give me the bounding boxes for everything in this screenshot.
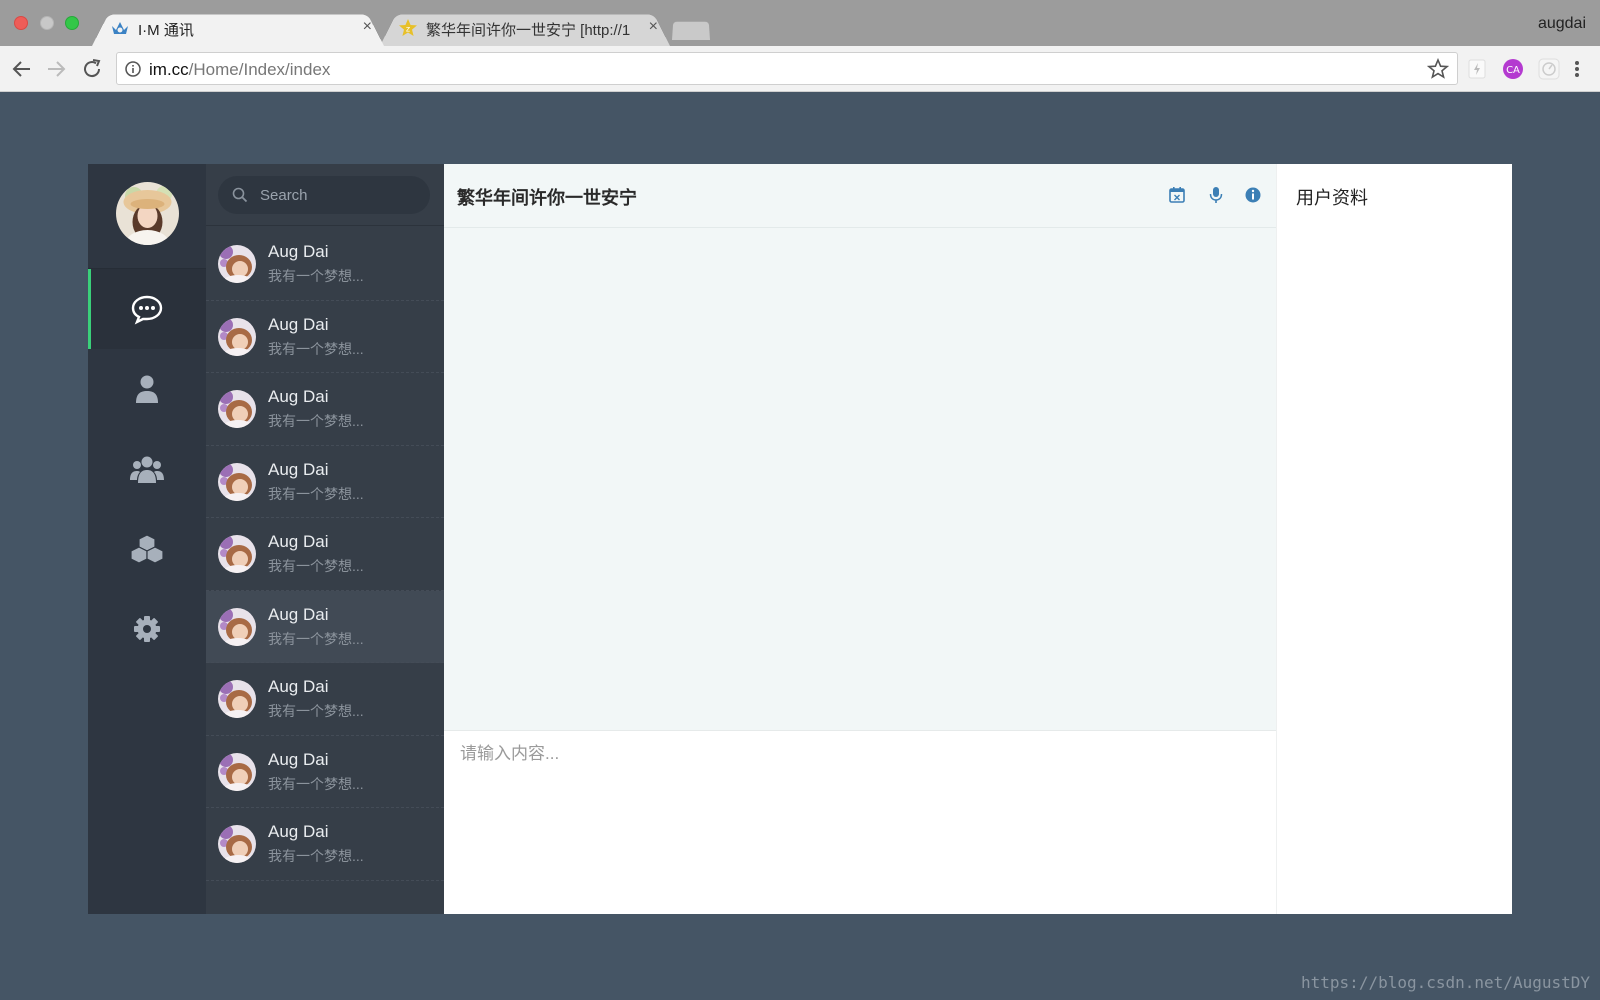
site-info-icon[interactable] bbox=[125, 61, 141, 77]
extension-ca-icon[interactable]: CA bbox=[1502, 58, 1524, 80]
new-tab-button[interactable] bbox=[672, 20, 710, 40]
address-bar[interactable]: im.cc/Home/Index/index bbox=[116, 52, 1458, 85]
my-avatar[interactable] bbox=[116, 182, 179, 245]
message-preview: 我有一个梦想... bbox=[268, 630, 364, 647]
conversation-list: Aug Dai 我有一个梦想... Aug Dai 我有一个梦想... Aug … bbox=[206, 228, 444, 881]
bookmark-star-icon[interactable] bbox=[1427, 58, 1449, 80]
contact-name: Aug Dai bbox=[268, 242, 329, 261]
contact-name: Aug Dai bbox=[268, 532, 329, 551]
microphone-icon[interactable] bbox=[1207, 186, 1225, 204]
conversation-item[interactable]: Aug Dai 我有一个梦想... bbox=[206, 373, 444, 446]
message-area[interactable] bbox=[444, 228, 1276, 730]
window-minimize-button[interactable] bbox=[40, 16, 54, 30]
calendar-icon[interactable] bbox=[1168, 186, 1186, 204]
chat-bubble-icon bbox=[131, 295, 163, 325]
contact-avatar bbox=[218, 245, 256, 283]
message-preview: 我有一个梦想... bbox=[268, 848, 364, 864]
browser-toolbar: im.cc/Home/Index/index CA bbox=[0, 46, 1600, 92]
contact-avatar bbox=[218, 390, 256, 428]
conversation-list-panel: Aug Dai 我有一个梦想... Aug Dai 我有一个梦想... bbox=[206, 164, 444, 914]
browser-profile-name[interactable]: augdai bbox=[1538, 15, 1586, 33]
forward-arrow-icon[interactable] bbox=[44, 57, 68, 81]
message-preview: 我有一个梦想... bbox=[268, 485, 364, 502]
conversation-item[interactable]: Aug Dai 我有一个梦想... bbox=[206, 446, 444, 518]
contact-avatar bbox=[218, 317, 256, 356]
list-divider bbox=[206, 225, 444, 226]
browser-tab-bar: I·M 通讯 × z 繁华年间许你一世安宁 [http://1 × augdai bbox=[0, 0, 1600, 46]
contact-name: Aug Dai bbox=[268, 604, 329, 624]
profile-title: 用户资料 bbox=[1296, 188, 1368, 208]
contact-avatar bbox=[218, 752, 256, 791]
tab-title: I·M 通讯 bbox=[138, 22, 194, 39]
extension-gauge-icon[interactable] bbox=[1538, 58, 1560, 80]
conversation-item[interactable]: Aug Dai 我有一个梦想... bbox=[206, 301, 444, 373]
info-icon[interactable] bbox=[1244, 186, 1262, 204]
svg-text:z: z bbox=[406, 25, 410, 34]
svg-text:CA: CA bbox=[1506, 65, 1520, 76]
contact-name: Aug Dai bbox=[268, 314, 329, 334]
browser-tab-blog[interactable]: z 繁华年间许你一世安宁 [http://1 × bbox=[380, 10, 670, 46]
back-arrow-icon[interactable] bbox=[10, 57, 34, 81]
browser-tab-im[interactable]: I·M 通讯 × bbox=[92, 10, 384, 46]
address-url[interactable]: im.cc/Home/Index/index bbox=[149, 60, 330, 80]
group-icon bbox=[130, 456, 164, 483]
chat-panel: 繁华年间许你一世安宁 bbox=[444, 164, 1276, 914]
conversation-item[interactable]: Aug Dai 我有一个梦想... bbox=[206, 590, 444, 663]
window-zoom-button[interactable] bbox=[65, 16, 79, 30]
tab-title: 繁华年间许你一世安宁 [http://1 bbox=[426, 22, 631, 39]
contact-avatar bbox=[218, 607, 256, 646]
conversation-item[interactable]: Aug Dai 我有一个梦想... bbox=[206, 808, 444, 881]
contact-name: Aug Dai bbox=[268, 822, 329, 841]
user-icon bbox=[136, 375, 158, 403]
conversation-item[interactable]: Aug Dai 我有一个梦想... bbox=[206, 736, 444, 808]
message-preview: 我有一个梦想... bbox=[268, 340, 364, 357]
composer bbox=[444, 730, 1276, 914]
contact-name: Aug Dai bbox=[268, 387, 329, 406]
im-app-window: Aug Dai 我有一个梦想... Aug Dai 我有一个梦想... bbox=[88, 164, 1512, 914]
contact-avatar bbox=[218, 535, 256, 573]
conversation-item[interactable]: Aug Dai 我有一个梦想... bbox=[206, 228, 444, 301]
message-preview: 我有一个梦想... bbox=[268, 558, 364, 574]
conversation-item[interactable]: Aug Dai 我有一个梦想... bbox=[206, 518, 444, 591]
message-input[interactable] bbox=[444, 731, 1276, 914]
cubes-icon bbox=[130, 534, 164, 564]
tab-close-icon[interactable]: × bbox=[649, 18, 658, 36]
reload-icon[interactable] bbox=[80, 57, 104, 81]
nav-apps[interactable] bbox=[88, 509, 206, 589]
message-preview: 我有一个梦想... bbox=[268, 268, 364, 284]
user-profile-panel: 用户资料 bbox=[1276, 164, 1512, 914]
chat-header: 繁华年间许你一世安宁 bbox=[444, 164, 1276, 228]
nav-rail bbox=[88, 164, 206, 914]
contact-name: Aug Dai bbox=[268, 677, 329, 696]
contact-name: Aug Dai bbox=[268, 459, 329, 479]
tab-close-icon[interactable]: × bbox=[363, 18, 372, 36]
nav-groups[interactable] bbox=[88, 429, 206, 509]
window-close-button[interactable] bbox=[14, 16, 28, 30]
rail-header bbox=[88, 164, 206, 269]
search-box[interactable] bbox=[218, 176, 430, 214]
contact-avatar bbox=[218, 462, 256, 501]
search-icon bbox=[232, 187, 248, 203]
contact-avatar bbox=[218, 825, 256, 863]
url-path: /Home/Index/index bbox=[188, 60, 331, 79]
gear-icon bbox=[134, 616, 160, 642]
contact-name: Aug Dai bbox=[268, 749, 329, 769]
url-host: im.cc bbox=[149, 60, 189, 79]
chat-title: 繁华年间许你一世安宁 bbox=[457, 188, 637, 208]
conversation-item[interactable]: Aug Dai 我有一个梦想... bbox=[206, 663, 444, 736]
message-preview: 我有一个梦想... bbox=[268, 775, 364, 792]
extension-lightning-icon[interactable] bbox=[1466, 58, 1488, 80]
contact-avatar bbox=[218, 680, 256, 718]
nav-settings[interactable] bbox=[88, 589, 206, 669]
nav-chats[interactable] bbox=[88, 269, 206, 349]
watermark: https://blog.csdn.net/AugustDY bbox=[1301, 973, 1590, 992]
crown-favicon-icon bbox=[112, 22, 128, 34]
nav-contacts[interactable] bbox=[88, 349, 206, 429]
star-favicon-icon: z bbox=[399, 19, 417, 36]
search-input[interactable] bbox=[260, 176, 420, 214]
message-preview: 我有一个梦想... bbox=[268, 413, 364, 429]
browser-menu-icon[interactable] bbox=[1568, 58, 1586, 80]
message-preview: 我有一个梦想... bbox=[268, 703, 364, 719]
